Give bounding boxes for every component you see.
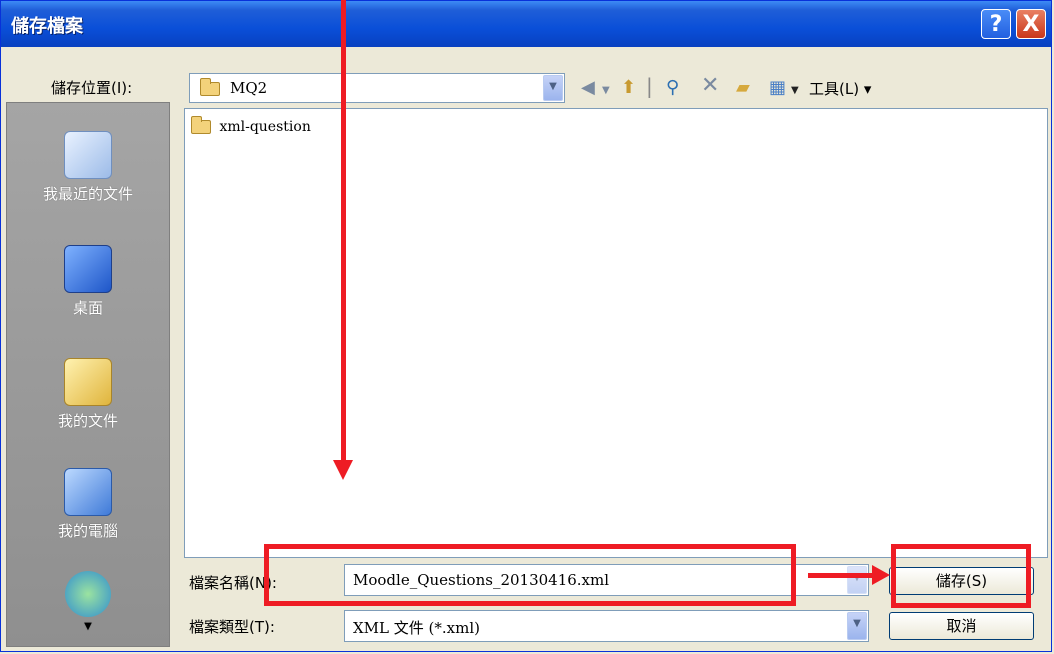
annotation-box-save: [891, 544, 1031, 608]
dialog-title: 儲存檔案: [11, 16, 83, 37]
annotation-arrow-head: [333, 460, 353, 480]
save-location-dropdown[interactable]: MQ2 ▼: [189, 73, 565, 103]
place-desktop[interactable]: 桌面: [7, 245, 169, 318]
back-dropdown-icon[interactable]: ▼: [602, 85, 610, 96]
up-folder-icon[interactable]: ⬆: [621, 77, 636, 98]
place-label: 桌面: [72, 299, 103, 317]
list-item[interactable]: xml-question: [191, 116, 311, 135]
filetype-dropdown[interactable]: XML 文件 (*.xml) ▼: [344, 610, 869, 642]
annotation-arrow-line: [808, 573, 874, 578]
annotation-box-filename: [264, 544, 796, 606]
chevron-down-icon[interactable]: ▼: [543, 75, 563, 101]
new-folder-icon[interactable]: ▰: [736, 77, 750, 98]
annotation-arrow-head: [872, 565, 890, 585]
delete-icon[interactable]: ✕: [701, 73, 719, 98]
recent-documents-icon: [64, 131, 112, 179]
tools-menu-label: 工具(L): [809, 80, 860, 98]
filetype-label: 檔案類型(T):: [189, 618, 275, 636]
place-my-computer[interactable]: 我的電腦: [7, 468, 169, 541]
file-list[interactable]: xml-question: [184, 108, 1048, 558]
view-menu-icon[interactable]: ▦: [769, 77, 786, 98]
save-location-value: MQ2: [230, 79, 268, 97]
file-name: xml-question: [219, 119, 311, 135]
annotation-arrow-line: [341, 0, 346, 462]
toolbar-separator: |: [646, 74, 653, 98]
chevron-down-icon[interactable]: ▼: [847, 566, 867, 594]
filetype-value: XML 文件 (*.xml): [353, 619, 480, 637]
network-icon: [65, 571, 111, 617]
place-my-documents[interactable]: 我的文件: [7, 358, 169, 431]
title-bar: 儲存檔案 ? X: [1, 1, 1051, 47]
tools-menu[interactable]: 工具(L) ▾: [809, 78, 871, 99]
folder-icon: [200, 78, 220, 96]
folder-icon: [191, 116, 211, 134]
cancel-button[interactable]: 取消: [889, 612, 1034, 640]
search-web-icon[interactable]: ⚲: [666, 77, 679, 98]
places-bar: 我最近的文件 桌面 我的文件 我的電腦 ▼: [6, 102, 170, 647]
desktop-icon: [64, 245, 112, 293]
place-network[interactable]: ▼: [7, 571, 169, 632]
place-label: 我最近的文件: [42, 185, 133, 203]
my-documents-icon: [64, 358, 112, 406]
places-scroll-down-icon[interactable]: ▼: [7, 621, 169, 632]
view-dropdown-icon[interactable]: ▼: [791, 85, 799, 96]
help-button[interactable]: ?: [981, 9, 1011, 39]
close-button[interactable]: X: [1016, 9, 1046, 39]
place-recent-documents[interactable]: 我最近的文件: [7, 131, 169, 204]
place-label: 我的文件: [57, 412, 118, 430]
chevron-down-icon[interactable]: ▼: [847, 612, 867, 640]
back-icon[interactable]: ◀: [581, 77, 595, 98]
place-label: 我的電腦: [57, 522, 118, 540]
save-location-label: 儲存位置(I):: [51, 79, 133, 97]
my-computer-icon: [64, 468, 112, 516]
